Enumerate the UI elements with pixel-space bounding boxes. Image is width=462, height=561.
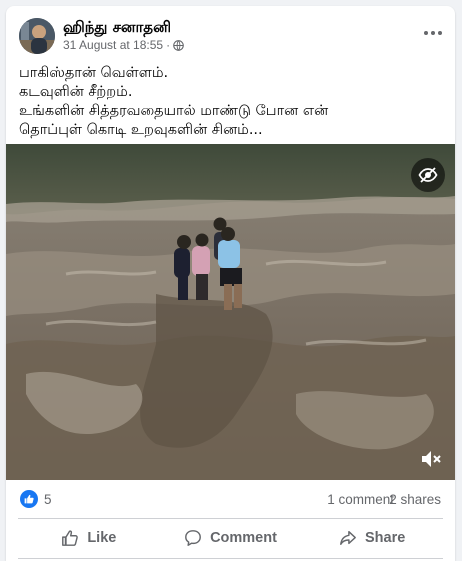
post-text-line: உங்களின் சித்தரவதையால் மாண்டு போன என் bbox=[19, 103, 329, 119]
divider bbox=[18, 558, 443, 559]
author-name[interactable]: ஹிந்து சனாதனி bbox=[63, 18, 171, 38]
post-text-line: கடவுளின் சீற்றம். bbox=[19, 84, 133, 100]
share-label: Share bbox=[365, 530, 406, 546]
share-button[interactable]: Share bbox=[301, 520, 443, 556]
muted-speaker-icon[interactable] bbox=[419, 448, 443, 470]
post-card: ஹிந்து சனாதனி 31 August at 18:55 · பாகிஸ… bbox=[6, 6, 455, 561]
post-video[interactable] bbox=[6, 144, 455, 480]
post-text-line: பாகிஸ்தான் வெள்ளம். bbox=[19, 65, 169, 81]
globe-icon[interactable] bbox=[173, 39, 184, 51]
thumbs-up-icon bbox=[62, 530, 79, 546]
comments-count[interactable]: 1 comment bbox=[327, 492, 394, 507]
shares-count[interactable]: 2 shares bbox=[389, 492, 441, 507]
divider bbox=[18, 518, 443, 519]
more-options-icon[interactable] bbox=[421, 24, 445, 42]
like-button[interactable]: Like bbox=[18, 520, 160, 556]
post-actions: Like Comment Share bbox=[18, 520, 443, 556]
comment-label: Comment bbox=[210, 530, 277, 546]
post-meta: 31 August at 18:55 · bbox=[63, 38, 184, 52]
like-count[interactable]: 5 bbox=[44, 492, 52, 507]
post-text-line: தொப்புள் கொடி உறவுகளின் சினம்... bbox=[19, 122, 263, 138]
comment-button[interactable]: Comment bbox=[160, 520, 302, 556]
like-reaction-icon[interactable] bbox=[20, 490, 38, 508]
like-label: Like bbox=[87, 530, 117, 546]
post-text: பாகிஸ்தான் வெள்ளம். கடவுளின் சீற்றம். உங… bbox=[19, 64, 439, 140]
post-timestamp[interactable]: 31 August at 18:55 bbox=[63, 38, 163, 52]
post-header: ஹிந்து சனாதனி 31 August at 18:55 · bbox=[6, 6, 455, 62]
meta-separator: · bbox=[166, 38, 171, 52]
video-frame bbox=[6, 144, 455, 480]
share-arrow-icon bbox=[340, 530, 356, 546]
comment-icon bbox=[185, 530, 201, 546]
author-avatar[interactable] bbox=[19, 18, 55, 54]
hidden-eye-icon[interactable] bbox=[411, 158, 445, 192]
reactions-bar: 5 1 comment 2 shares bbox=[6, 486, 455, 514]
